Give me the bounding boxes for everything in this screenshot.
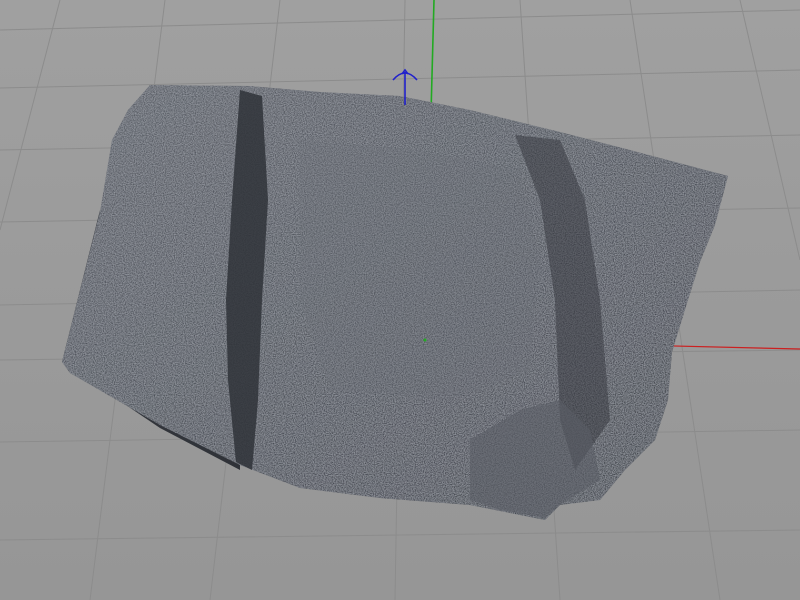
rock-mesh[interactable] [62,85,728,520]
object-origin-marker [423,338,427,342]
viewport-canvas[interactable] [0,0,800,600]
3d-viewport[interactable] [0,0,800,600]
rock-highlight [300,140,540,400]
